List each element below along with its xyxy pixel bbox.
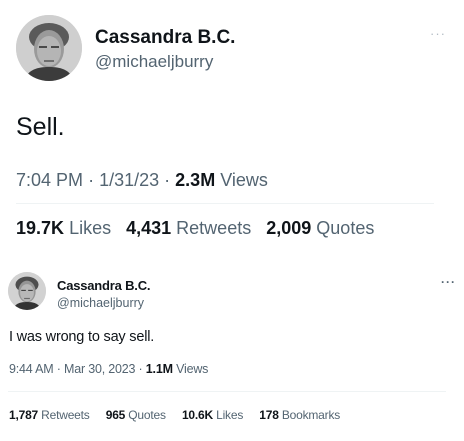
- stat-count: 4,431: [126, 218, 172, 238]
- stat-label: Quotes: [316, 218, 375, 238]
- stat-count: 19.7K: [16, 218, 65, 238]
- user-handle[interactable]: @michaeljburry: [95, 52, 213, 72]
- stat-quotes[interactable]: 2,009 Quotes: [266, 218, 374, 239]
- tweet-time[interactable]: 9:44 AM: [9, 362, 54, 376]
- meta-separator: ·: [164, 170, 171, 190]
- avatar[interactable]: [8, 272, 46, 310]
- stat-retweets[interactable]: 1,787 Retweets: [9, 408, 90, 422]
- engagement-stats: 19.7K Likes 4,431 Retweets 2,009 Quotes: [16, 218, 384, 239]
- stat-count: 10.6K: [181, 408, 213, 422]
- divider: [8, 391, 446, 392]
- tweet-time[interactable]: 7:04 PM: [16, 170, 83, 190]
- stat-retweets[interactable]: 4,431 Retweets: [126, 218, 251, 239]
- meta-separator: ·: [56, 362, 61, 376]
- meta-separator: ·: [138, 362, 143, 376]
- more-options-icon[interactable]: ···: [430, 26, 446, 41]
- stat-bookmarks[interactable]: 178 Bookmarks: [259, 408, 340, 422]
- tweet-date[interactable]: Mar 30, 2023: [64, 362, 135, 376]
- stat-count: 965: [105, 408, 126, 422]
- stat-count: 1,787: [9, 408, 39, 422]
- meta-separator: ·: [88, 170, 95, 190]
- tweet-date[interactable]: 1/31/23: [99, 170, 159, 190]
- engagement-stats: 1,787 Retweets 965 Quotes 10.6K Likes 17…: [9, 408, 353, 422]
- views-count: 2.3M: [175, 170, 216, 190]
- user-handle[interactable]: @michaeljburry: [57, 296, 144, 310]
- stat-label: Likes: [216, 408, 244, 422]
- display-name[interactable]: Cassandra B.C.: [57, 278, 150, 293]
- more-options-icon[interactable]: ···: [441, 275, 456, 289]
- stat-label: Likes: [69, 218, 112, 238]
- stat-label: Retweets: [41, 408, 90, 422]
- profile-photo-icon: [8, 272, 46, 310]
- divider: [16, 203, 434, 204]
- tweet-meta: 7:04 PM · 1/31/23 · 2.3M Views: [16, 170, 268, 191]
- stat-count: 178: [259, 408, 279, 422]
- display-name[interactable]: Cassandra B.C.: [95, 27, 235, 49]
- views-count: 1.1M: [145, 362, 173, 376]
- stat-label: Retweets: [176, 218, 252, 238]
- stat-label: Quotes: [128, 408, 166, 422]
- tweet-text: I was wrong to say sell.: [9, 329, 155, 345]
- views-label: Views: [176, 362, 209, 376]
- profile-photo-icon: [16, 15, 82, 81]
- stat-likes[interactable]: 10.6K Likes: [182, 408, 243, 422]
- stat-likes[interactable]: 19.7K Likes: [16, 218, 111, 239]
- stat-count: 2,009: [266, 218, 312, 238]
- views-label: Views: [220, 170, 268, 190]
- tweet-text: Sell.: [16, 113, 65, 141]
- stat-quotes[interactable]: 965 Quotes: [106, 408, 166, 422]
- tweet-meta: 9:44 AM · Mar 30, 2023 · 1.1M Views: [9, 362, 208, 376]
- stat-label: Bookmarks: [281, 408, 341, 422]
- avatar[interactable]: [16, 15, 82, 81]
